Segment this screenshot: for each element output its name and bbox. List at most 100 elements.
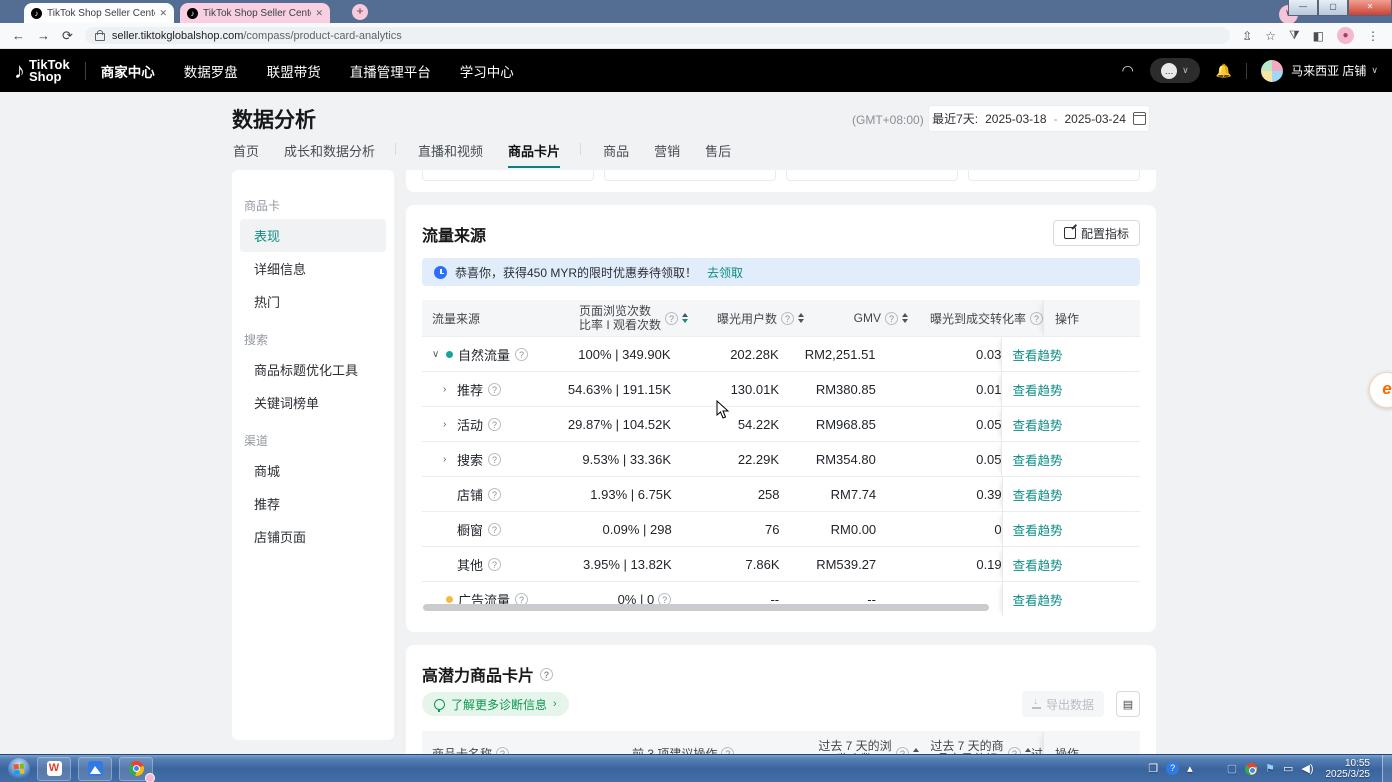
tab-close-icon[interactable]: ✕ [315,8,323,19]
tray-help-icon[interactable]: ? [1166,762,1179,775]
view-trend-link[interactable]: 查看趋势 [1013,555,1063,574]
close-button[interactable]: ✕ [1348,0,1392,16]
tab-growth-analytics[interactable]: 成长和数据分析 [284,141,375,166]
taskbar-meeting-app-icon[interactable] [78,757,112,781]
extensions-icon[interactable]: ⧩ [1289,28,1300,43]
horizontal-scrollbar[interactable] [423,604,989,611]
help-icon[interactable]: ? [488,523,501,536]
source-name: 橱窗 [457,520,483,539]
tab-marketing[interactable]: 营销 [654,141,680,166]
help-icon[interactable]: ? [781,312,794,325]
report-doc-button[interactable]: ▤ [1116,691,1140,717]
tab-product-card[interactable]: 商品卡片 [508,141,560,168]
configure-metrics-button[interactable]: 配置指标 [1053,220,1140,246]
tray-volume-icon[interactable]: ◀) [1301,762,1313,775]
help-icon[interactable]: ? [488,488,501,501]
date-range-picker[interactable]: 最近7天: 2025-03-18 - 2025-03-24 [928,105,1150,132]
browser-menu-icon[interactable]: ⋮ [1367,29,1379,43]
help-icon[interactable]: ? [1030,312,1043,325]
sidebar-item-performance[interactable]: 表现 [240,219,386,252]
tray-app-icon[interactable]: ▢ [1227,762,1237,775]
nav-item-seller-center[interactable]: 商家中心 [101,61,155,81]
clock-date: 2025/3/25 [1326,769,1371,780]
profile-avatar[interactable]: ● [1337,27,1354,44]
headset-support-icon[interactable]: ◠ [1122,62,1134,79]
sidebar-item-keyword-ranking[interactable]: 关键词榜单 [240,386,386,419]
ratio-value: 0.09% | 298 [562,522,672,537]
address-bar[interactable]: seller.tiktokglobalshop.com /compass/pro… [85,27,1230,44]
help-icon[interactable]: ? [540,668,553,681]
table-row-other: 其他? 3.95% | 13.82K 7.86K RM539.27 0.19 查… [422,546,1140,581]
sidebar-item-mall[interactable]: 商城 [240,454,386,487]
cvr-value: 0.05 [876,417,1002,432]
chat-pill-button[interactable]: … ∨ [1150,58,1200,83]
url-domain: seller.tiktokglobalshop.com [112,30,243,42]
taskbar-clock[interactable]: 10:55 2025/3/25 [1326,758,1371,780]
sidebar-item-trending[interactable]: 热门 [240,285,386,318]
view-trend-link[interactable]: 查看趋势 [1012,345,1062,364]
tray-window-icon[interactable]: ❐ [1148,762,1158,775]
claim-coupon-link[interactable]: 去领取 [707,264,743,281]
help-icon[interactable]: ? [665,312,678,325]
sidebar-item-recommend[interactable]: 推荐 [240,487,386,520]
tab-live-video[interactable]: 直播和视频 [418,141,483,166]
tab-close-icon[interactable]: ✕ [159,8,167,19]
tray-network-icon[interactable]: ▭ [1283,762,1293,775]
tab-home[interactable]: 首页 [233,141,259,166]
taskbar-wps-icon[interactable]: W [37,757,71,781]
cvr-value: 0.01 [876,382,1002,397]
collapse-icon[interactable]: ∨ [432,349,446,360]
chevron-down-icon: ∨ [1182,65,1189,76]
nav-item-learning-center[interactable]: 学习中心 [460,61,514,81]
back-icon[interactable]: ← [12,28,25,43]
windows-logo-icon [14,763,25,774]
diagnose-info-pill[interactable]: 了解更多诊断信息 › [422,692,569,716]
taskbar-chrome-icon[interactable] [119,757,153,781]
help-icon[interactable]: ? [885,312,898,325]
tray-chrome-icon[interactable] [1245,763,1257,775]
store-name[interactable]: 马来西亚 店铺 [1291,62,1366,79]
help-icon[interactable]: ? [488,558,501,571]
tiktok-shop-logo[interactable]: ♪ TikTok Shop [14,58,70,84]
nav-item-live-platform[interactable]: 直播管理平台 [350,61,431,81]
show-desktop-button[interactable] [1382,755,1392,782]
share-icon[interactable]: ⇫ [1242,29,1252,43]
nav-item-data-compass[interactable]: 数据罗盘 [184,61,238,81]
tab-after-sales[interactable]: 售后 [705,141,731,166]
view-trend-link[interactable]: 查看趋势 [1012,450,1062,469]
help-icon[interactable]: ? [488,418,501,431]
new-tab-button[interactable]: + [352,4,368,20]
notification-bell-icon[interactable]: 🔔 [1216,63,1232,79]
help-icon[interactable]: ? [515,348,528,361]
help-icon[interactable]: ? [488,383,501,396]
timezone-label: (GMT+08:00) [852,113,924,127]
browser-tab-1[interactable]: ♪ TikTok Shop Seller Center | Cr ✕ [24,3,174,23]
tray-expand-icon[interactable]: ▴ [1187,762,1193,775]
help-icon[interactable]: ? [488,453,501,466]
maximize-button[interactable]: ▢ [1318,0,1348,16]
sidebar-item-details[interactable]: 详细信息 [240,252,386,285]
side-panel-icon[interactable]: ◧ [1313,29,1324,43]
view-trend-link[interactable]: 查看趋势 [1013,590,1063,609]
expand-icon[interactable]: › [443,419,457,430]
view-trend-link[interactable]: 查看趋势 [1012,380,1062,399]
store-avatar[interactable] [1261,60,1283,82]
start-button[interactable] [8,758,30,780]
tab-products[interactable]: 商品 [603,141,629,166]
expand-icon[interactable]: › [443,454,457,465]
sidebar-item-shop-page[interactable]: 店铺页面 [240,520,386,553]
bookmark-star-icon[interactable]: ☆ [1265,29,1276,43]
tray-flag-icon[interactable]: ⚑ [1265,762,1275,775]
sidebar-item-title-optimizer[interactable]: 商品标题优化工具 [240,353,386,386]
reload-icon[interactable]: ⟳ [62,28,73,44]
browser-tab-2-active[interactable]: ♪ TikTok Shop Seller Center | Cr ✕ [180,3,330,23]
view-trend-link[interactable]: 查看趋势 [1013,520,1063,539]
forward-icon[interactable]: → [37,28,50,43]
expand-icon[interactable]: › [443,384,457,395]
minimize-button[interactable]: — [1288,0,1318,16]
view-trend-link[interactable]: 查看趋势 [1012,415,1062,434]
coupon-banner: 恭喜你，获得450 MYR的限时优惠券待领取！ 去领取 [422,258,1140,286]
view-trend-link[interactable]: 查看趋势 [1013,485,1063,504]
export-data-button[interactable]: 导出数据 [1022,691,1104,717]
nav-item-affiliate[interactable]: 联盟带货 [267,61,321,81]
